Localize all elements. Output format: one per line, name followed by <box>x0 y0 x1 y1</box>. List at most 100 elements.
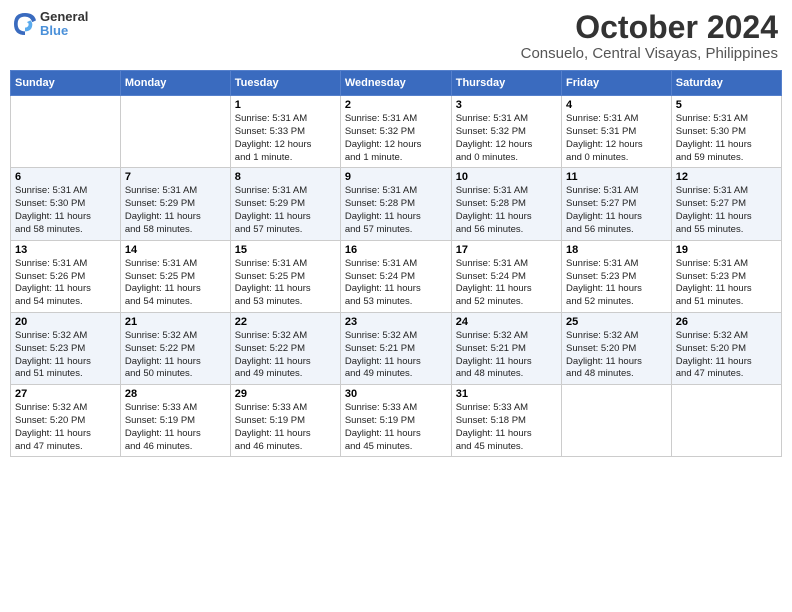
day-info: Sunrise: 5:32 AM Sunset: 5:20 PM Dayligh… <box>15 402 116 453</box>
calendar-week-row: 1Sunrise: 5:31 AM Sunset: 5:33 PM Daylig… <box>11 96 782 168</box>
day-number: 7 <box>125 171 226 183</box>
day-number: 6 <box>15 171 116 183</box>
calendar-cell: 29 Sunrise: 5:33 AM Sunset: 5:19 PM Dayli… <box>230 385 340 457</box>
logo-line1: General <box>40 10 88 24</box>
day-info: Sunrise: 5:31 AM Sunset: 5:23 PM Dayligh… <box>676 258 777 309</box>
day-info: Sunrise: 5:31 AM Sunset: 5:27 PM Dayligh… <box>676 185 777 236</box>
day-info: Sunrise: 5:31 AM Sunset: 5:23 PM Dayligh… <box>566 258 667 309</box>
calendar-cell: 31 Sunrise: 5:33 AM Sunset: 5:18 PM Dayli… <box>451 385 561 457</box>
day-number: 20 <box>15 316 116 328</box>
day-info: Sunrise: 5:31 AM Sunset: 5:28 PM Dayligh… <box>345 185 447 236</box>
calendar-cell: 19 Sunrise: 5:31 AM Sunset: 5:23 PM Dayli… <box>671 240 781 312</box>
day-number: 2 <box>345 99 447 111</box>
day-info: Sunrise: 5:33 AM Sunset: 5:18 PM Dayligh… <box>456 402 557 453</box>
day-number: 16 <box>345 244 447 256</box>
day-info: Sunrise: 5:33 AM Sunset: 5:19 PM Dayligh… <box>235 402 336 453</box>
day-number: 15 <box>235 244 336 256</box>
calendar-cell: 6Sunrise: 5:31 AM Sunset: 5:30 PM Daylig… <box>11 168 121 240</box>
weekday-header-saturday: Saturday <box>671 71 781 96</box>
day-info: Sunrise: 5:31 AM Sunset: 5:29 PM Dayligh… <box>235 185 336 236</box>
day-number: 11 <box>566 171 667 183</box>
calendar-cell: 11 Sunrise: 5:31 AM Sunset: 5:27 PM Dayli… <box>562 168 672 240</box>
day-info: Sunrise: 5:32 AM Sunset: 5:21 PM Dayligh… <box>345 330 447 381</box>
day-number: 29 <box>235 388 336 400</box>
calendar-cell: 15Sunrise: 5:31 AM Sunset: 5:25 PM Dayli… <box>230 240 340 312</box>
day-number: 8 <box>235 171 336 183</box>
day-info: Sunrise: 5:31 AM Sunset: 5:27 PM Dayligh… <box>566 185 667 236</box>
day-number: 23 <box>345 316 447 328</box>
calendar-week-row: 27Sunrise: 5:32 AM Sunset: 5:20 PM Dayli… <box>11 385 782 457</box>
page-header: General Blue October 2024 Consuelo, Cent… <box>10 10 782 62</box>
weekday-header-friday: Friday <box>562 71 672 96</box>
day-info: Sunrise: 5:31 AM Sunset: 5:30 PM Dayligh… <box>676 113 777 164</box>
day-number: 18 <box>566 244 667 256</box>
day-number: 3 <box>456 99 557 111</box>
day-info: Sunrise: 5:31 AM Sunset: 5:24 PM Dayligh… <box>456 258 557 309</box>
day-number: 4 <box>566 99 667 111</box>
weekday-header-wednesday: Wednesday <box>340 71 451 96</box>
calendar-cell: 16Sunrise: 5:31 AM Sunset: 5:24 PM Dayli… <box>340 240 451 312</box>
day-number: 9 <box>345 171 447 183</box>
calendar-cell: 4 Sunrise: 5:31 AM Sunset: 5:31 PM Daylig… <box>562 96 672 168</box>
day-number: 19 <box>676 244 777 256</box>
logo-text: General Blue <box>40 10 88 39</box>
calendar-cell: 30 Sunrise: 5:33 AM Sunset: 5:19 PM Dayli… <box>340 385 451 457</box>
logo: General Blue <box>14 10 88 39</box>
day-info: Sunrise: 5:31 AM Sunset: 5:32 PM Dayligh… <box>345 113 447 164</box>
calendar-cell: 23 Sunrise: 5:32 AM Sunset: 5:21 PM Dayli… <box>340 312 451 384</box>
calendar-cell: 7Sunrise: 5:31 AM Sunset: 5:29 PM Daylig… <box>120 168 230 240</box>
day-number: 10 <box>456 171 557 183</box>
calendar-week-row: 6Sunrise: 5:31 AM Sunset: 5:30 PM Daylig… <box>11 168 782 240</box>
day-number: 30 <box>345 388 447 400</box>
calendar-cell: 5Sunrise: 5:31 AM Sunset: 5:30 PM Daylig… <box>671 96 781 168</box>
calendar-cell: 12 Sunrise: 5:31 AM Sunset: 5:27 PM Dayli… <box>671 168 781 240</box>
calendar-cell: 28Sunrise: 5:33 AM Sunset: 5:19 PM Dayli… <box>120 385 230 457</box>
weekday-header-row: SundayMondayTuesdayWednesdayThursdayFrid… <box>11 71 782 96</box>
day-info: Sunrise: 5:32 AM Sunset: 5:23 PM Dayligh… <box>15 330 116 381</box>
day-number: 31 <box>456 388 557 400</box>
calendar-cell: 18 Sunrise: 5:31 AM Sunset: 5:23 PM Dayli… <box>562 240 672 312</box>
day-number: 13 <box>15 244 116 256</box>
day-info: Sunrise: 5:33 AM Sunset: 5:19 PM Dayligh… <box>345 402 447 453</box>
weekday-header-monday: Monday <box>120 71 230 96</box>
calendar-cell <box>562 385 672 457</box>
day-number: 22 <box>235 316 336 328</box>
calendar-cell: 3Sunrise: 5:31 AM Sunset: 5:32 PM Daylig… <box>451 96 561 168</box>
calendar-cell: 8 Sunrise: 5:31 AM Sunset: 5:29 PM Daylig… <box>230 168 340 240</box>
day-info: Sunrise: 5:31 AM Sunset: 5:26 PM Dayligh… <box>15 258 116 309</box>
day-info: Sunrise: 5:31 AM Sunset: 5:31 PM Dayligh… <box>566 113 667 164</box>
calendar-cell: 24 Sunrise: 5:32 AM Sunset: 5:21 PM Dayli… <box>451 312 561 384</box>
calendar-cell <box>671 385 781 457</box>
calendar-cell: 20 Sunrise: 5:32 AM Sunset: 5:23 PM Dayli… <box>11 312 121 384</box>
calendar-cell: 25Sunrise: 5:32 AM Sunset: 5:20 PM Dayli… <box>562 312 672 384</box>
calendar-cell: 22 Sunrise: 5:32 AM Sunset: 5:22 PM Dayli… <box>230 312 340 384</box>
calendar-cell: 26Sunrise: 5:32 AM Sunset: 5:20 PM Dayli… <box>671 312 781 384</box>
logo-icon <box>14 13 36 35</box>
calendar-cell <box>11 96 121 168</box>
day-info: Sunrise: 5:32 AM Sunset: 5:22 PM Dayligh… <box>235 330 336 381</box>
day-info: Sunrise: 5:31 AM Sunset: 5:25 PM Dayligh… <box>125 258 226 309</box>
logo-line2: Blue <box>40 24 88 38</box>
month-title: October 2024 <box>521 10 778 45</box>
day-info: Sunrise: 5:32 AM Sunset: 5:21 PM Dayligh… <box>456 330 557 381</box>
calendar-cell: 10Sunrise: 5:31 AM Sunset: 5:28 PM Dayli… <box>451 168 561 240</box>
calendar-week-row: 20 Sunrise: 5:32 AM Sunset: 5:23 PM Dayli… <box>11 312 782 384</box>
calendar-cell: 13 Sunrise: 5:31 AM Sunset: 5:26 PM Dayli… <box>11 240 121 312</box>
calendar-cell: 9 Sunrise: 5:31 AM Sunset: 5:28 PM Daylig… <box>340 168 451 240</box>
calendar-week-row: 13 Sunrise: 5:31 AM Sunset: 5:26 PM Dayli… <box>11 240 782 312</box>
calendar-table: SundayMondayTuesdayWednesdayThursdayFrid… <box>10 70 782 457</box>
day-number: 12 <box>676 171 777 183</box>
day-number: 25 <box>566 316 667 328</box>
calendar-cell: 1Sunrise: 5:31 AM Sunset: 5:33 PM Daylig… <box>230 96 340 168</box>
day-number: 24 <box>456 316 557 328</box>
day-info: Sunrise: 5:31 AM Sunset: 5:33 PM Dayligh… <box>235 113 336 164</box>
day-number: 21 <box>125 316 226 328</box>
calendar-cell <box>120 96 230 168</box>
calendar-cell: 17Sunrise: 5:31 AM Sunset: 5:24 PM Dayli… <box>451 240 561 312</box>
calendar-cell: 21 Sunrise: 5:32 AM Sunset: 5:22 PM Dayli… <box>120 312 230 384</box>
weekday-header-sunday: Sunday <box>11 71 121 96</box>
location-title: Consuelo, Central Visayas, Philippines <box>521 45 778 62</box>
day-info: Sunrise: 5:33 AM Sunset: 5:19 PM Dayligh… <box>125 402 226 453</box>
day-info: Sunrise: 5:32 AM Sunset: 5:22 PM Dayligh… <box>125 330 226 381</box>
calendar-cell: 2 Sunrise: 5:31 AM Sunset: 5:32 PM Daylig… <box>340 96 451 168</box>
